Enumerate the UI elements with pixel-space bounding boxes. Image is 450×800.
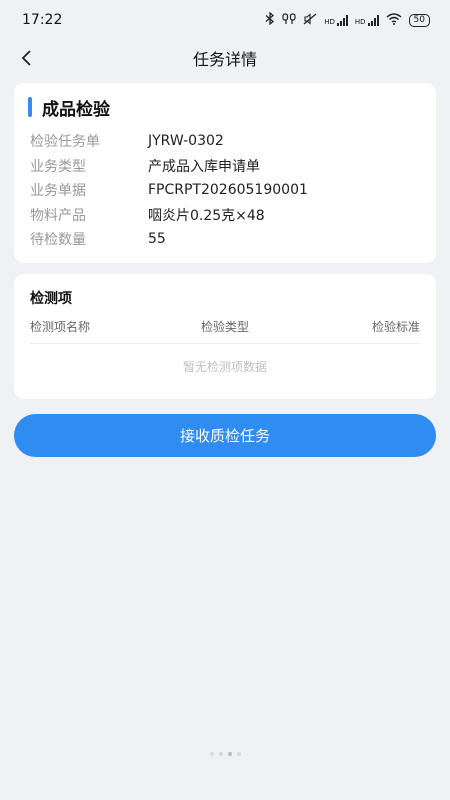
info-row-task-no: 检验任务单 JYRW-0302 (30, 129, 420, 154)
column-header-standard: 检验标准 (371, 320, 420, 334)
status-bar: 17:22 HD HD 50 (0, 0, 450, 40)
info-label: 物料产品 (30, 207, 86, 224)
hd-label-2: HD (354, 17, 366, 26)
check-items-table-header: 检测项名称 检验类型 检验标准 (30, 318, 420, 344)
battery-icon: 50 (408, 13, 430, 27)
info-row-product: 物料产品 咽炎片0.25克×48 (30, 203, 420, 228)
info-value: 55 (148, 231, 166, 248)
hd-label-1: HD (324, 17, 335, 26)
status-icons: HD HD 50 (265, 11, 430, 28)
page-indicator (0, 752, 450, 756)
info-value: JYRW-0302 (148, 133, 224, 150)
page-dot-active (227, 752, 232, 756)
info-value: 产成品入库申请单 (148, 158, 260, 175)
check-items-title: 检测项 (30, 291, 72, 307)
column-header-name: 检测项名称 (30, 320, 91, 334)
empty-state-text: 暂无检测项数据 (182, 360, 267, 374)
signal-icon-1: HD (324, 14, 348, 26)
chevron-left-icon (21, 50, 31, 66)
info-row-business-type: 业务类型 产成品入库申请单 (30, 154, 420, 179)
info-label: 业务类型 (30, 158, 86, 175)
mute-icon (303, 12, 317, 28)
status-time: 17:22 (22, 12, 63, 28)
nav-bar: 任务详情 (0, 40, 450, 76)
inspection-title: 成品检验 (42, 99, 110, 120)
signal-icon-2: HD (354, 14, 379, 26)
info-label: 检验任务单 (30, 134, 100, 151)
info-row-pending-qty: 待检数量 55 (30, 227, 420, 252)
bluetooth-icon (265, 11, 275, 28)
page-dot (209, 752, 214, 756)
page-title: 任务详情 (192, 50, 257, 69)
earbuds-icon (282, 12, 296, 28)
info-label: 待检数量 (30, 232, 86, 249)
inspection-title-row: 成品检验 (28, 95, 420, 120)
title-accent-bar (28, 97, 32, 117)
info-value: 咽炎片0.25克×48 (148, 207, 265, 224)
info-label: 业务单据 (30, 183, 86, 200)
page-dot (236, 752, 241, 756)
info-row-business-doc: 业务单据 FPCRPT202605190001 (30, 178, 420, 203)
column-header-type: 检验类型 (200, 320, 249, 334)
check-items-card: 检测项 检测项名称 检验类型 检验标准 暂无检测项数据 (14, 274, 436, 399)
wifi-icon (386, 12, 402, 28)
back-button[interactable] (12, 44, 40, 72)
info-value: FPCRPT202605190001 (148, 182, 308, 199)
accept-task-button[interactable]: 接收质检任务 (14, 414, 436, 457)
inspection-info-card: 成品检验 检验任务单 JYRW-0302 业务类型 产成品入库申请单 业务单据 … (14, 83, 436, 263)
page-dot (218, 752, 223, 756)
